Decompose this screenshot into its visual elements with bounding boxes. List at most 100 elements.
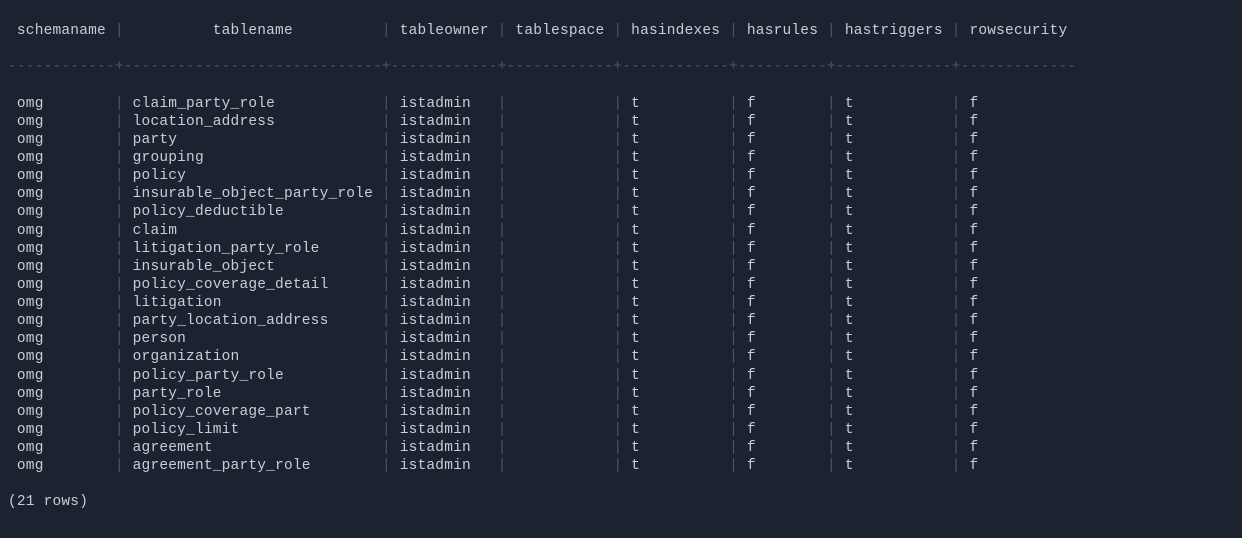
cell: f xyxy=(961,114,1077,130)
column-separator: | xyxy=(382,349,391,365)
cell: omg xyxy=(8,259,115,275)
cell: istadmin xyxy=(391,186,498,202)
table-row: omg | grouping | istadmin | | t | f | t … xyxy=(8,149,1234,167)
column-separator: | xyxy=(382,204,391,220)
table-row: omg | agreement | istadmin | | t | f | t… xyxy=(8,439,1234,457)
table-header-row: schemaname | tablename | tableowner | ta… xyxy=(8,22,1234,40)
column-separator: | xyxy=(498,186,507,202)
column-separator: | xyxy=(382,295,391,311)
column-separator: | xyxy=(952,368,961,384)
column-separator: | xyxy=(613,259,622,275)
cell: f xyxy=(738,96,827,112)
table-row: omg | organization | istadmin | | t | f … xyxy=(8,348,1234,366)
cell: t xyxy=(622,404,729,420)
cell: f xyxy=(738,368,827,384)
cell: t xyxy=(622,186,729,202)
column-separator: | xyxy=(498,223,507,239)
column-separator: | xyxy=(382,241,391,257)
column-separator: | xyxy=(827,458,836,474)
cell xyxy=(507,331,614,347)
cell xyxy=(507,440,614,456)
column-separator: | xyxy=(115,23,124,39)
cell: istadmin xyxy=(391,114,498,130)
table-row: omg | party | istadmin | | t | f | t | f xyxy=(8,131,1234,149)
column-separator: | xyxy=(952,23,961,39)
column-separator: | xyxy=(952,386,961,402)
table-row: omg | policy_coverage_detail | istadmin … xyxy=(8,276,1234,294)
cell: omg xyxy=(8,349,115,365)
cell: f xyxy=(961,368,1077,384)
column-separator: | xyxy=(827,241,836,257)
column-separator: | xyxy=(952,440,961,456)
cell: t xyxy=(622,259,729,275)
cell: t xyxy=(836,440,952,456)
cell: grouping xyxy=(124,150,382,166)
column-separator: | xyxy=(382,422,391,438)
cell: istadmin xyxy=(391,277,498,293)
cell: omg xyxy=(8,313,115,329)
column-separator: | xyxy=(115,386,124,402)
cell: f xyxy=(738,259,827,275)
column-separator: | xyxy=(827,277,836,293)
psql-output: schemaname | tablename | tableowner | ta… xyxy=(0,0,1242,538)
cell: omg xyxy=(8,132,115,148)
column-separator: | xyxy=(729,241,738,257)
cell: t xyxy=(622,331,729,347)
cell: t xyxy=(622,114,729,130)
column-separator: | xyxy=(613,150,622,166)
column-separator: | xyxy=(382,277,391,293)
column-separator: | xyxy=(498,295,507,311)
cell: t xyxy=(836,404,952,420)
cell: organization xyxy=(124,349,382,365)
column-separator: | xyxy=(827,168,836,184)
col-header-schemaname: schemaname xyxy=(8,23,115,39)
cell: omg xyxy=(8,386,115,402)
cell: f xyxy=(961,295,1077,311)
cell: party_role xyxy=(124,386,382,402)
cell: omg xyxy=(8,96,115,112)
cell xyxy=(507,204,614,220)
column-separator: | xyxy=(498,150,507,166)
column-separator: | xyxy=(613,186,622,202)
column-separator: | xyxy=(827,368,836,384)
column-separator: | xyxy=(952,295,961,311)
column-separator: | xyxy=(952,349,961,365)
column-separator: | xyxy=(382,150,391,166)
column-separator: | xyxy=(952,186,961,202)
column-separator: | xyxy=(613,132,622,148)
column-separator: | xyxy=(498,132,507,148)
column-separator: | xyxy=(498,277,507,293)
column-separator: | xyxy=(115,114,124,130)
cell xyxy=(507,132,614,148)
column-separator: | xyxy=(613,404,622,420)
column-separator: | xyxy=(382,223,391,239)
cell: t xyxy=(836,96,952,112)
cell: insurable_object xyxy=(124,259,382,275)
column-separator: | xyxy=(827,23,836,39)
column-separator: | xyxy=(382,186,391,202)
cell xyxy=(507,259,614,275)
col-header-hastriggers: hastriggers xyxy=(836,23,952,39)
cell: f xyxy=(738,386,827,402)
cell: t xyxy=(836,277,952,293)
cell: f xyxy=(738,313,827,329)
column-separator: | xyxy=(382,368,391,384)
column-separator: | xyxy=(613,223,622,239)
column-separator: | xyxy=(613,422,622,438)
cell xyxy=(507,277,614,293)
table-row: omg | insurable_object | istadmin | | t … xyxy=(8,258,1234,276)
column-separator: | xyxy=(115,96,124,112)
cell xyxy=(507,241,614,257)
table-row: omg | policy_deductible | istadmin | | t… xyxy=(8,203,1234,221)
column-separator: | xyxy=(115,259,124,275)
cell: istadmin xyxy=(391,368,498,384)
column-separator: | xyxy=(498,331,507,347)
cell: f xyxy=(738,440,827,456)
column-separator: | xyxy=(827,223,836,239)
column-separator: | xyxy=(613,277,622,293)
column-separator: | xyxy=(729,114,738,130)
cell: t xyxy=(836,458,952,474)
column-separator: | xyxy=(827,313,836,329)
column-separator: | xyxy=(115,331,124,347)
cell: f xyxy=(738,331,827,347)
